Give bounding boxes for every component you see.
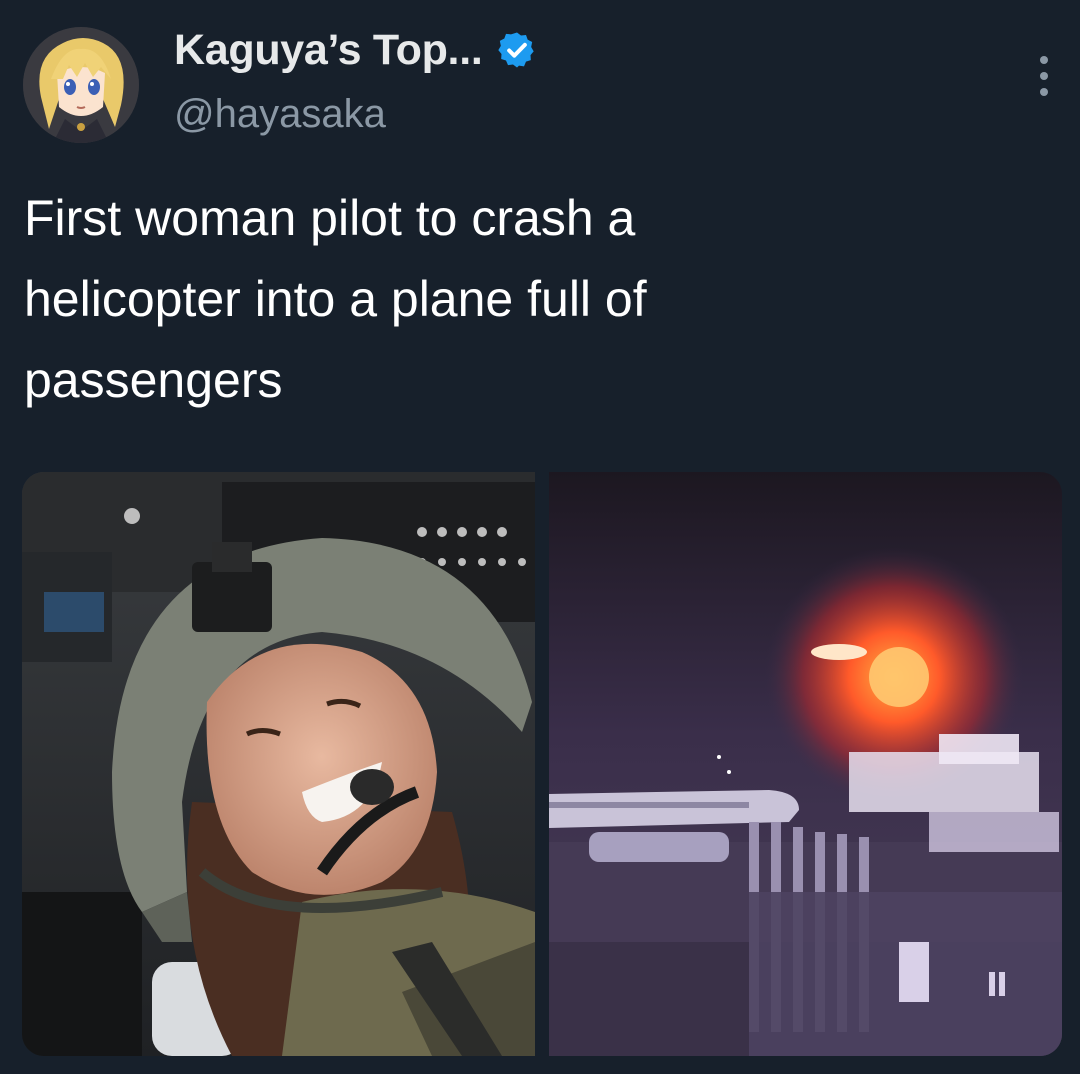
pilot-photo[interactable]: [22, 472, 535, 1056]
dot: [1040, 88, 1048, 96]
media-grid: [22, 472, 1062, 1056]
avatar[interactable]: [23, 27, 139, 143]
more-options-icon[interactable]: [1038, 56, 1050, 96]
dot: [1040, 72, 1048, 80]
dot: [1040, 56, 1048, 64]
tweet-card: Kaguya’s Top... @hayasaka First woman pi…: [0, 0, 1080, 1074]
anime-avatar-icon: [23, 27, 139, 143]
author-name-row: Kaguya’s Top...: [174, 22, 537, 78]
tweet-text: First woman pilot to crash a helicopter …: [24, 190, 647, 408]
author-handle[interactable]: @hayasaka: [174, 92, 386, 137]
display-name[interactable]: Kaguya’s Top...: [174, 26, 483, 75]
verified-badge-icon: [497, 32, 534, 68]
night-crash-photo[interactable]: [549, 472, 1062, 1056]
